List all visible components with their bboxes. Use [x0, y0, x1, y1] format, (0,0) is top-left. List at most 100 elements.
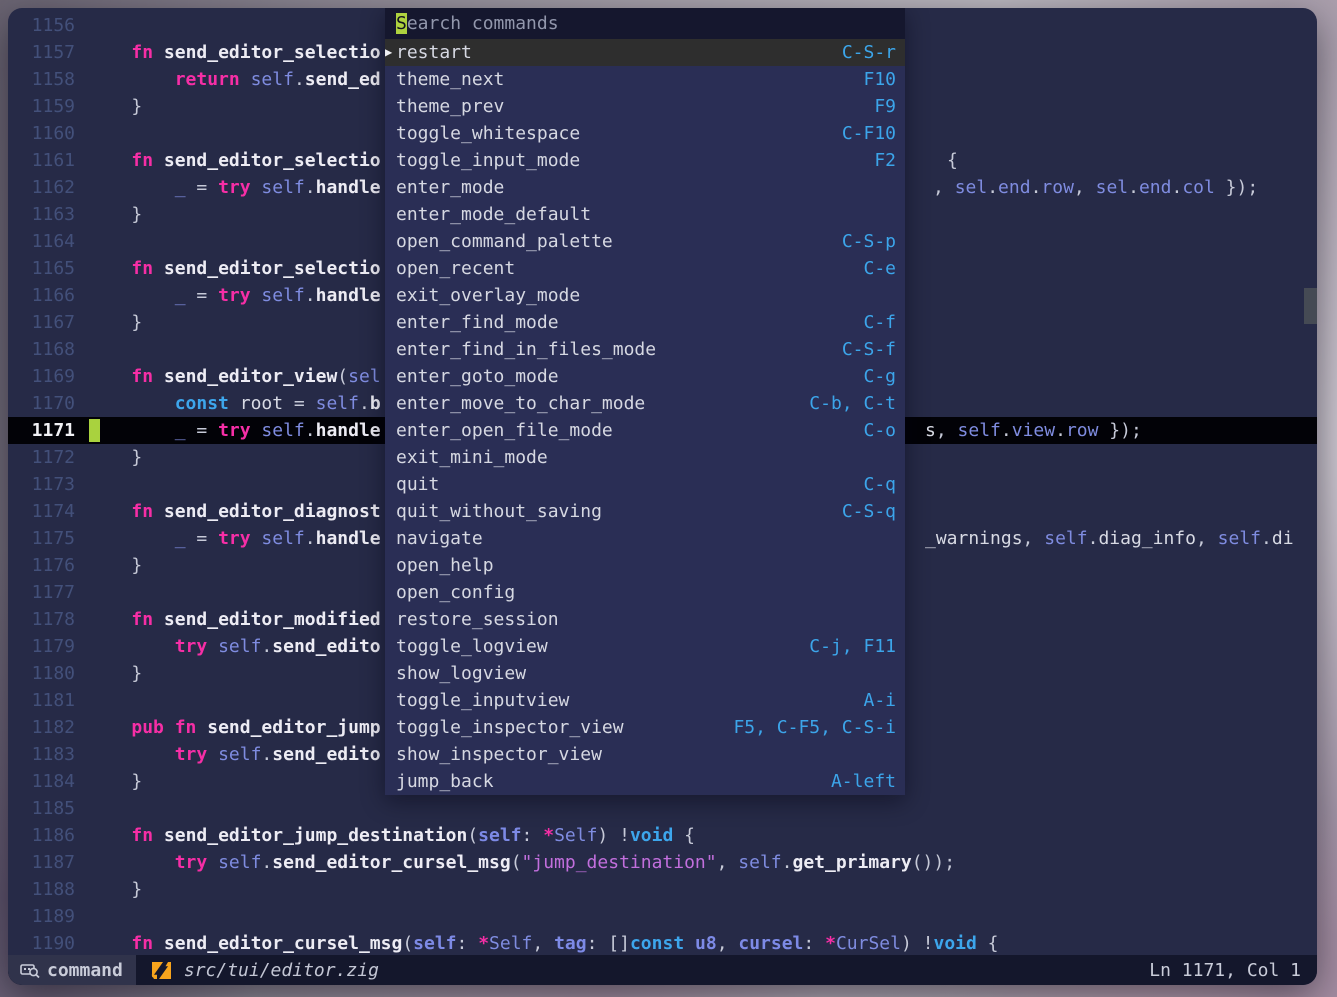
palette-item-toggle_logview[interactable]: toggle_logview C-j, F11 [385, 633, 905, 660]
palette-item-label: toggle_logview [396, 633, 548, 660]
palette-item-label: restart [396, 39, 472, 66]
palette-item-restore_session[interactable]: restore_session [385, 606, 905, 633]
palette-item-keybinding: C-q [863, 471, 905, 498]
code-text: fn send_editor_diagnost [88, 498, 381, 525]
palette-item-keybinding: F5, C-F5, C-S-i [733, 714, 905, 741]
code-text: } [88, 93, 142, 120]
palette-item-show_inspector_view[interactable]: show_inspector_view [385, 741, 905, 768]
palette-item-keybinding: C-g [863, 363, 905, 390]
palette-item-label: show_inspector_view [396, 741, 602, 768]
zig-logo-icon [151, 960, 172, 981]
line-number: 1159 [8, 93, 88, 120]
palette-item-quit_without_saving[interactable]: quit_without_savingC-S-q [385, 498, 905, 525]
palette-item-label: open_help [396, 552, 494, 579]
palette-item-keybinding: C-F10 [842, 120, 905, 147]
palette-item-label: toggle_inputview [396, 687, 569, 714]
line-number: 1165 [8, 255, 88, 282]
palette-item-toggle_whitespace[interactable]: toggle_whitespace C-F10 [385, 120, 905, 147]
code-text: } [88, 309, 142, 336]
line-number: 1175 [8, 525, 88, 552]
code-text: fn send_editor_selectio [88, 39, 381, 66]
code-text: } [88, 552, 142, 579]
line-number: 1171 [8, 417, 88, 444]
palette-item-enter_find_mode[interactable]: enter_find_modeC-f [385, 309, 905, 336]
palette-item-enter_goto_mode[interactable]: enter_goto_mode C-g [385, 363, 905, 390]
palette-item-label: enter_move_to_char_mode [396, 390, 645, 417]
palette-item-restart[interactable]: ▶restartC-S-r [385, 39, 905, 66]
palette-item-keybinding: A-left [831, 768, 905, 795]
palette-item-theme_next[interactable]: theme_nextF10 [385, 66, 905, 93]
text-cursor [89, 419, 100, 442]
palette-item-navigate[interactable]: navigate [385, 525, 905, 552]
palette-item-open_recent[interactable]: open_recent C-e [385, 255, 905, 282]
code-text: } [88, 768, 142, 795]
palette-item-toggle_inputview[interactable]: toggle_inputview A-i [385, 687, 905, 714]
code-line-1187[interactable]: 1187 try self.send_editor_cursel_msg("ju… [8, 849, 1317, 876]
code-text: _ = try self.handle [88, 282, 381, 309]
scrollbar-thumb[interactable] [1304, 288, 1317, 324]
line-number: 1177 [8, 579, 88, 606]
palette-item-keybinding: F2 [874, 147, 905, 174]
code-text: fn send_editor_view(sel [88, 363, 381, 390]
palette-item-label: restore_session [396, 606, 559, 633]
code-text: } [88, 444, 142, 471]
command-mode-icon [20, 961, 40, 979]
palette-item-label: enter_find_in_files_mode [396, 336, 656, 363]
palette-item-enter_move_to_char_mode[interactable]: enter_move_to_char_mode C-b, C-t [385, 390, 905, 417]
code-text: try self.send_editor_cursel_msg("jump_de… [88, 849, 955, 876]
palette-item-toggle_inspector_view[interactable]: toggle_inspector_viewF5, C-F5, C-S-i [385, 714, 905, 741]
line-number: 1190 [8, 930, 88, 957]
line-number: 1184 [8, 768, 88, 795]
palette-item-toggle_input_mode[interactable]: toggle_input_modeF2 [385, 147, 905, 174]
code-line-1190[interactable]: 1190 fn send_editor_cursel_msg(self: *Se… [8, 930, 1317, 957]
command-search-input[interactable]: Search commands [385, 8, 905, 39]
code-line-1186[interactable]: 1186 fn send_editor_jump_destination(sel… [8, 822, 1317, 849]
palette-item-enter_open_file_mode[interactable]: enter_open_file_modeC-o [385, 417, 905, 444]
line-number: 1180 [8, 660, 88, 687]
palette-item-enter_mode_default[interactable]: enter_mode_default [385, 201, 905, 228]
code-line-1188[interactable]: 1188 } [8, 876, 1317, 903]
palette-item-keybinding: C-f [863, 309, 905, 336]
palette-item-quit[interactable]: quitC-q [385, 471, 905, 498]
line-number: 1172 [8, 444, 88, 471]
palette-item-label: enter_open_file_mode [396, 417, 613, 444]
palette-item-enter_mode[interactable]: enter_mode [385, 174, 905, 201]
palette-item-label: show_logview [396, 660, 526, 687]
palette-item-keybinding: A-i [863, 687, 905, 714]
code-text: return self.send_ed [88, 66, 381, 93]
line-number: 1169 [8, 363, 88, 390]
code-text-continuation: s, self.view.row }); [925, 417, 1142, 444]
code-text: const root = self.b [88, 390, 381, 417]
code-line-1185[interactable]: 1185 [8, 795, 1317, 822]
code-text-continuation: _warnings, self.diag_info, self.di [925, 525, 1294, 552]
code-line-1189[interactable]: 1189 [8, 903, 1317, 930]
palette-item-label: open_recent [396, 255, 515, 282]
line-number: 1173 [8, 471, 88, 498]
line-number: 1174 [8, 498, 88, 525]
palette-item-theme_prev[interactable]: theme_prevF9 [385, 93, 905, 120]
palette-item-enter_find_in_files_mode[interactable]: enter_find_in_files_modeC-S-f [385, 336, 905, 363]
palette-item-keybinding: C-j, F11 [809, 633, 905, 660]
code-text: } [88, 876, 142, 903]
palette-item-label: jump_back [396, 768, 494, 795]
palette-item-label: theme_next [396, 66, 504, 93]
code-text: fn send_editor_selectio [88, 147, 381, 174]
palette-item-keybinding: C-e [863, 255, 905, 282]
code-text: _ = try self.handle [88, 525, 381, 552]
mode-indicator[interactable]: command [8, 955, 136, 985]
palette-item-exit_mini_mode[interactable]: exit_mini_mode [385, 444, 905, 471]
palette-item-label: toggle_whitespace [396, 120, 580, 147]
code-text: fn send_editor_selectio [88, 255, 381, 282]
palette-item-show_logview[interactable]: show_logview [385, 660, 905, 687]
palette-item-keybinding: C-b, C-t [809, 390, 905, 417]
palette-item-keybinding: C-S-q [842, 498, 905, 525]
palette-item-open_help[interactable]: open_help [385, 552, 905, 579]
palette-item-label: enter_mode [396, 174, 504, 201]
palette-item-keybinding: F9 [874, 93, 905, 120]
palette-item-open_config[interactable]: open_config [385, 579, 905, 606]
palette-item-label: enter_goto_mode [396, 363, 559, 390]
palette-item-exit_overlay_mode[interactable]: exit_overlay_mode [385, 282, 905, 309]
palette-item-open_command_palette[interactable]: open_command_paletteC-S-p [385, 228, 905, 255]
code-text: _ = try self.handle [88, 174, 381, 201]
palette-item-jump_back[interactable]: jump_back A-left [385, 768, 905, 795]
